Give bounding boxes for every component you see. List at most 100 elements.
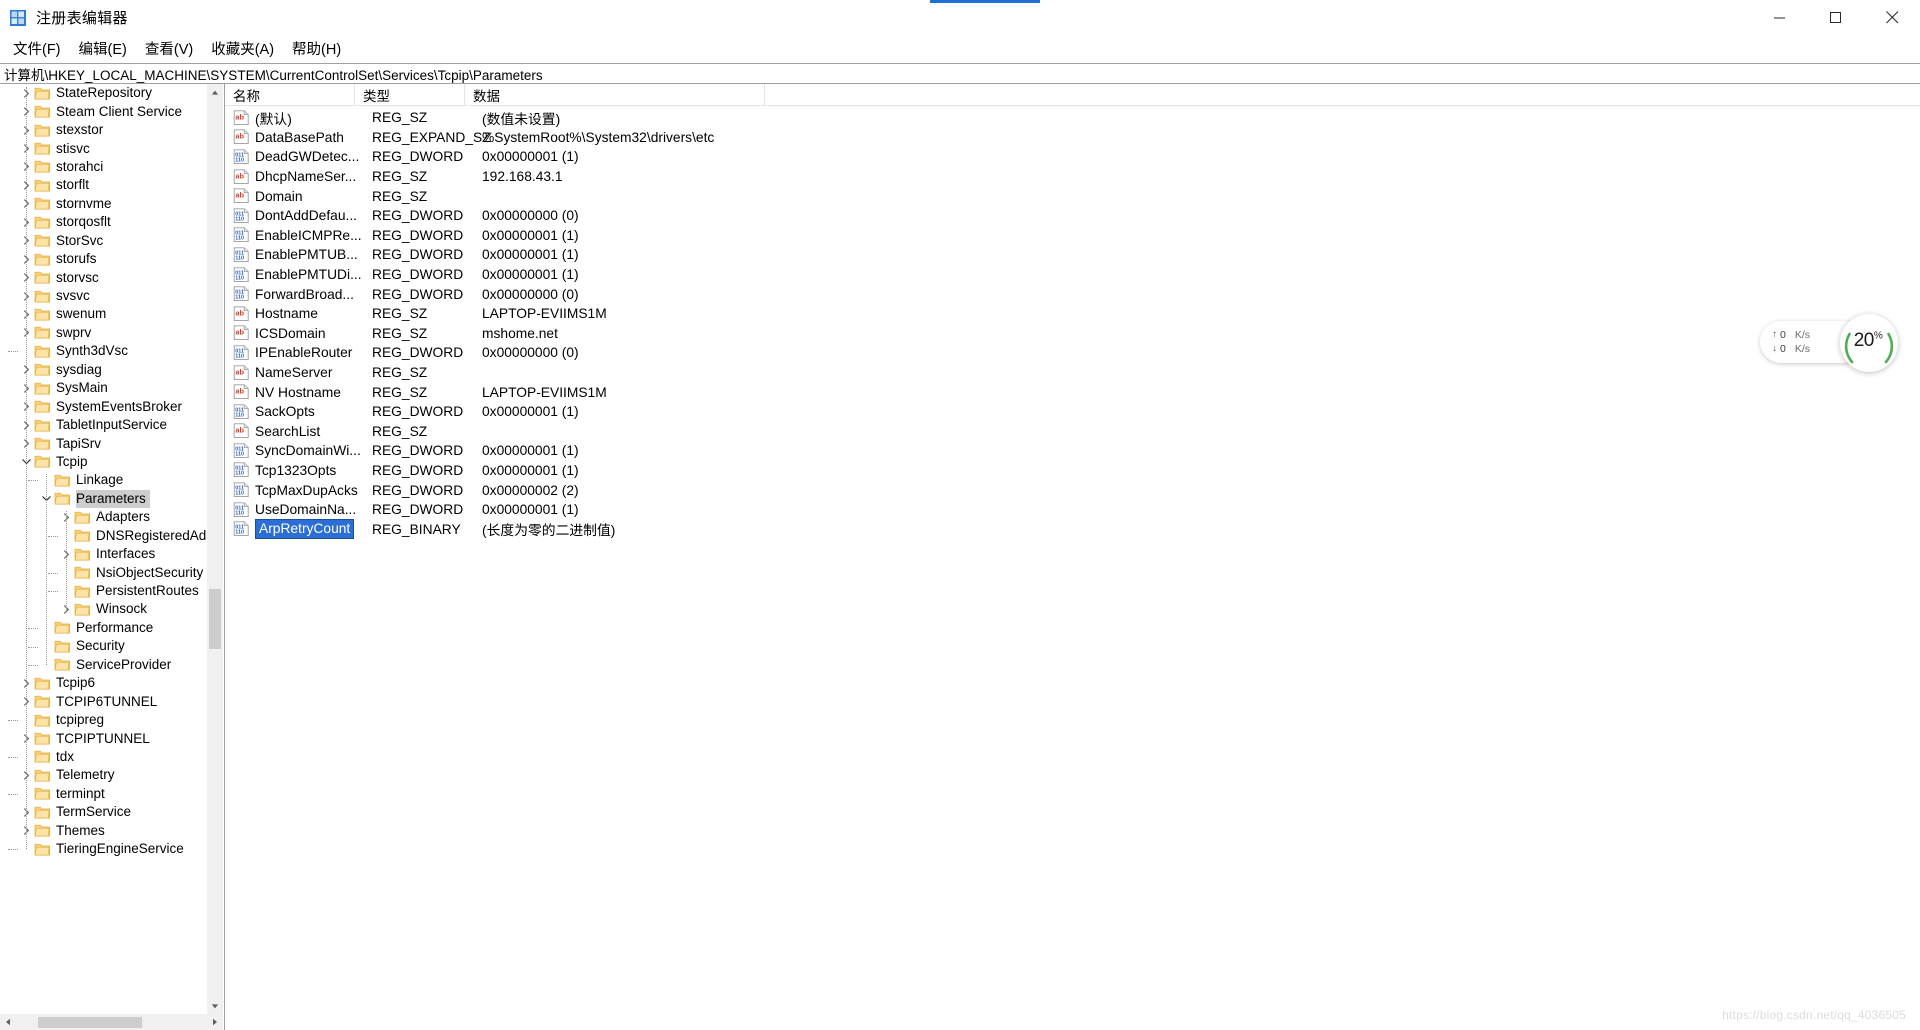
tree-item-themes[interactable]: Themes <box>0 822 223 840</box>
table-row[interactable]: 011 110 ForwardBroad... REG_DWORD 0x00000000… <box>225 284 1920 304</box>
tree-item-storufs[interactable]: storufs <box>0 250 223 268</box>
svg-text:110: 110 <box>235 157 244 163</box>
tree-scroll-thumb[interactable] <box>209 589 221 649</box>
table-row[interactable]: 011 110 UseDomainNa... REG_DWORD 0x00000001 … <box>225 500 1920 520</box>
table-row[interactable]: ab DataBasePath REG_EXPAND_SZ %SystemRoot%\… <box>225 128 1920 148</box>
table-row[interactable]: 011 110 DeadGWDetec... REG_DWORD 0x00000001 … <box>225 147 1920 167</box>
tree-item-parameters[interactable]: Parameters <box>0 489 223 508</box>
value-data-cell: 192.168.43.1 <box>482 169 563 185</box>
tree-item-synth3dvsc[interactable]: Synth3dVsc <box>0 342 223 360</box>
tree-item-tcpip[interactable]: Tcpip <box>0 453 223 471</box>
tree-indent-spacer <box>0 332 18 333</box>
table-row[interactable]: 011 110 EnableICMPRe... REG_DWORD 0x00000001… <box>225 226 1920 246</box>
address-bar[interactable]: 计算机\HKEY_LOCAL_MACHINE\SYSTEM\CurrentCon… <box>0 63 1920 84</box>
tree-item-dnsregisteredadapters[interactable]: DNSRegisteredAdapters <box>0 527 223 545</box>
table-row[interactable]: 011 110 TcpMaxDupAcks REG_DWORD 0x00000002 (… <box>225 480 1920 500</box>
scroll-up-arrow-icon[interactable] <box>207 84 223 101</box>
tree-item-staterepository[interactable]: StateRepository <box>0 84 223 102</box>
tree-item-storahci[interactable]: storahci <box>0 158 223 176</box>
maximize-button[interactable] <box>1808 0 1864 36</box>
tree-item-tcpip6[interactable]: Tcpip6 <box>0 674 223 692</box>
minimize-button[interactable] <box>1752 0 1808 36</box>
table-row[interactable]: ab SearchList REG_SZ <box>225 422 1920 442</box>
tree-item-interfaces[interactable]: Interfaces <box>0 545 223 563</box>
folder-icon <box>74 510 91 525</box>
tree-item-telemetry[interactable]: Telemetry <box>0 766 223 784</box>
tree-item-stornvme[interactable]: stornvme <box>0 195 223 213</box>
tree-item-stisvc[interactable]: stisvc <box>0 139 223 157</box>
table-row[interactable]: ab NameServer REG_SZ <box>225 363 1920 383</box>
binary-value-icon: 011 110 <box>233 404 250 420</box>
scroll-down-arrow-icon[interactable] <box>207 997 223 1014</box>
tree-horizontal-scrollbar[interactable] <box>0 1014 223 1030</box>
scroll-left-arrow-icon[interactable] <box>0 1014 16 1030</box>
table-row[interactable]: ab DhcpNameSer... REG_SZ 192.168.43.1 <box>225 167 1920 187</box>
tree-item-tieringengineservice[interactable]: TieringEngineService <box>0 840 223 858</box>
tree-item-systemeventsbroker[interactable]: SystemEventsBroker <box>0 397 223 415</box>
tree-item-tcpip6tunnel[interactable]: TCPIP6TUNNEL <box>0 692 223 710</box>
tree-item-svsvc[interactable]: svsvc <box>0 287 223 305</box>
tree-item-label: Tcpip6 <box>56 675 96 691</box>
tree-indent-spacer <box>0 369 18 370</box>
column-header-name[interactable]: 名称 <box>225 84 355 106</box>
table-row[interactable]: ab Domain REG_SZ <box>225 186 1920 206</box>
tree-item-terminpt[interactable]: terminpt <box>0 785 223 803</box>
tree-indent-spacer <box>0 609 58 610</box>
tree-item-sysdiag[interactable]: sysdiag <box>0 361 223 379</box>
tree-item-tcpiptunnel[interactable]: TCPIPTUNNEL <box>0 729 223 747</box>
tree-item-storsvc[interactable]: StorSvc <box>0 232 223 250</box>
tree-item-tabletinputservice[interactable]: TabletInputService <box>0 416 223 434</box>
tree-item-tdx[interactable]: tdx <box>0 748 223 766</box>
svg-text:110: 110 <box>235 255 244 261</box>
tree-item-nsiobjectsecurity[interactable]: NsiObjectSecurity <box>0 563 223 581</box>
table-row[interactable]: 011 110 Tcp1323Opts REG_DWORD 0x00000001 (1) <box>225 461 1920 481</box>
tree-item-swenum[interactable]: swenum <box>0 305 223 323</box>
tree-item-tcpipreg[interactable]: tcpipreg <box>0 711 223 729</box>
table-row[interactable]: ab Hostname REG_SZ LAPTOP-EVIIMS1M <box>225 304 1920 324</box>
tree-item-stexstor[interactable]: stexstor <box>0 121 223 139</box>
tree-item-swprv[interactable]: swprv <box>0 324 223 342</box>
menu-help[interactable]: 帮助(H) <box>283 35 350 63</box>
folder-icon <box>34 86 51 101</box>
tree-guide-line <box>46 474 47 665</box>
tree-item-persistentroutes[interactable]: PersistentRoutes <box>0 582 223 600</box>
tree-item-label: ServiceProvider <box>76 656 172 672</box>
tree-item-winsock[interactable]: Winsock <box>0 600 223 618</box>
menu-edit[interactable]: 编辑(E) <box>70 35 136 63</box>
table-row[interactable]: 011 110 SackOpts REG_DWORD 0x00000001 (1) <box>225 402 1920 422</box>
folder-icon <box>34 252 51 267</box>
table-row[interactable]: 011 110 EnablePMTUDi... REG_DWORD 0x00000001… <box>225 265 1920 285</box>
value-type-cell: REG_SZ <box>372 169 428 185</box>
tree-item-termservice[interactable]: TermService <box>0 803 223 821</box>
table-row[interactable]: ab NV Hostname REG_SZ LAPTOP-EVIIMS1M <box>225 382 1920 402</box>
tree-indent-spacer <box>0 554 58 555</box>
value-name-cell: DontAddDefau... <box>255 208 358 224</box>
menu-view[interactable]: 查看(V) <box>136 35 202 63</box>
tree-item-storqosflt[interactable]: storqosflt <box>0 213 223 231</box>
tree-item-storvsc[interactable]: storvsc <box>0 268 223 286</box>
table-row[interactable]: ab (默认) REG_SZ (数值未设置) <box>225 108 1920 128</box>
folder-icon <box>34 123 51 138</box>
column-header-type[interactable]: 类型 <box>355 84 465 106</box>
scroll-right-arrow-icon[interactable] <box>207 1014 223 1030</box>
folder-icon <box>54 620 71 635</box>
close-button[interactable] <box>1864 0 1920 36</box>
table-row[interactable]: 011 110 EnablePMTUB... REG_DWORD 0x00000001 … <box>225 245 1920 265</box>
table-row[interactable]: ab ICSDomain REG_SZ mshome.net <box>225 324 1920 344</box>
tree-hscroll-thumb[interactable] <box>38 1017 142 1028</box>
table-row[interactable]: 011 110 IPEnableRouter REG_DWORD 0x00000000 … <box>225 343 1920 363</box>
tree-item-adapters[interactable]: Adapters <box>0 508 223 526</box>
table-row[interactable]: 011 110 DontAddDefau... REG_DWORD 0x00000000… <box>225 206 1920 226</box>
table-row[interactable]: 011 110 ArpRetryCount REG_BINARY (长度为零的二进制值) <box>225 519 1920 540</box>
menu-favorites[interactable]: 收藏夹(A) <box>202 35 283 63</box>
tree-item-storflt[interactable]: storflt <box>0 176 223 194</box>
tree-vertical-scrollbar[interactable] <box>207 84 223 1014</box>
rename-input[interactable]: ArpRetryCount <box>255 519 355 540</box>
column-header-data[interactable]: 数据 <box>465 84 765 106</box>
table-row[interactable]: 011 110 SyncDomainWi... REG_DWORD 0x00000001… <box>225 441 1920 461</box>
tree-guide-line <box>48 572 58 574</box>
tree-item-steam-client-service[interactable]: Steam Client Service <box>0 102 223 120</box>
tree-item-tapisrv[interactable]: TapiSrv <box>0 434 223 452</box>
tree-item-sysmain[interactable]: SysMain <box>0 379 223 397</box>
menu-file[interactable]: 文件(F) <box>4 35 70 63</box>
